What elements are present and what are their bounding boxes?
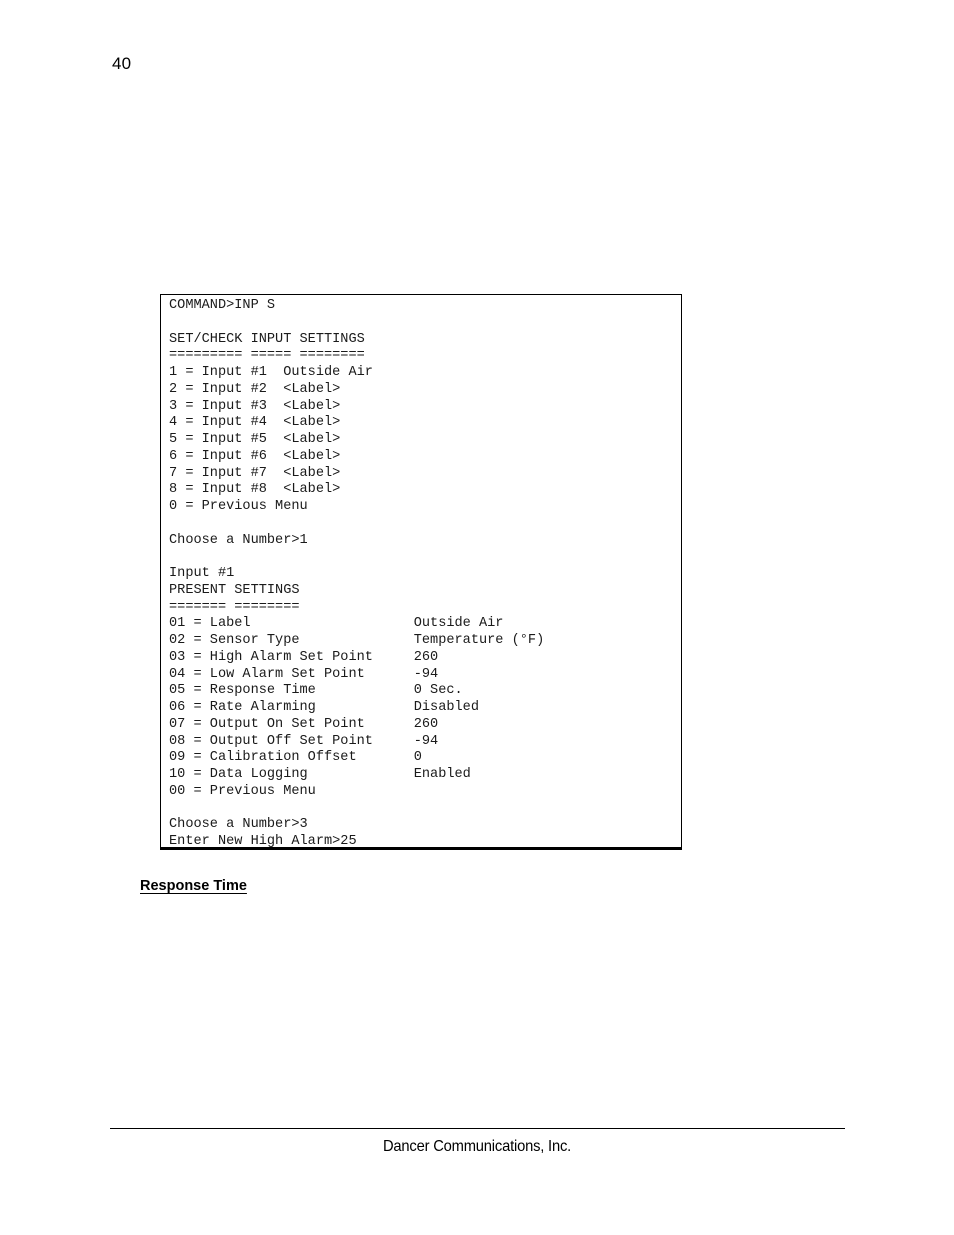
terminal-transcript-text: COMMAND>INP S SET/CHECK INPUT SETTINGS =… [169, 298, 545, 849]
page-number: 40 [112, 54, 132, 73]
section-heading-response-time: Response Time [140, 878, 247, 894]
terminal-transcript-box: COMMAND>INP S SET/CHECK INPUT SETTINGS =… [160, 294, 682, 850]
footer-company-name: Dancer Communications, Inc. [382, 1138, 572, 1155]
footer-divider [110, 1128, 845, 1129]
